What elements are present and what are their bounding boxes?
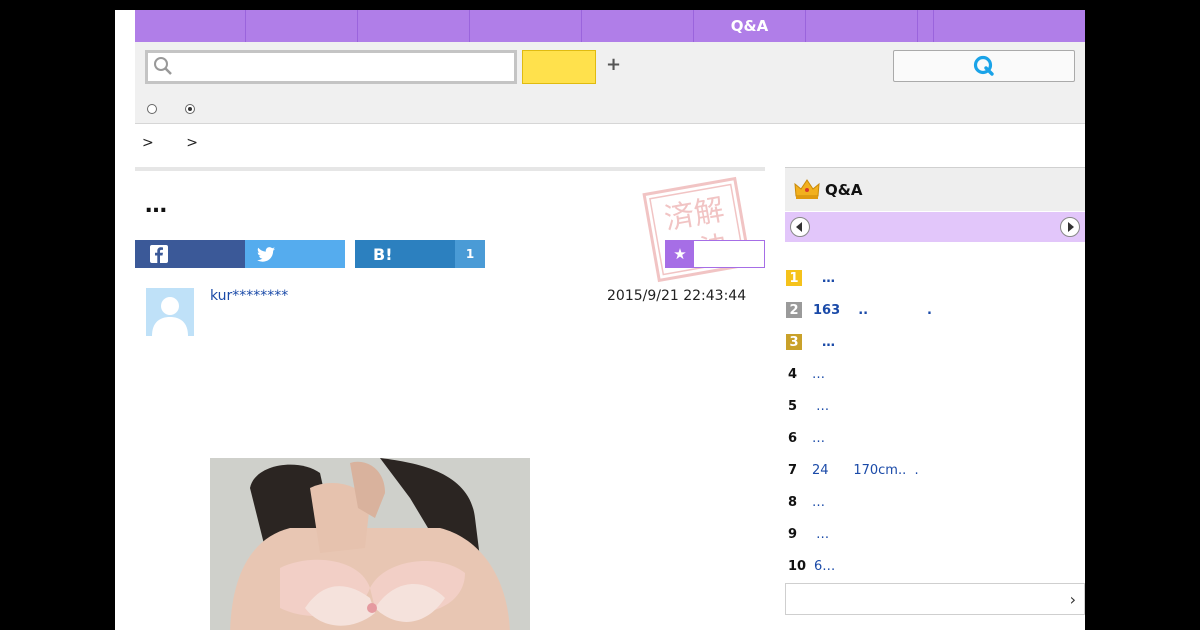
search-input[interactable] [176,55,506,79]
breadcrumb: > > [142,135,226,151]
rank-title[interactable]: 6… [814,559,835,574]
nav-tab-5[interactable] [582,10,694,42]
ranking-item[interactable]: 10 6… [785,556,1085,576]
question-date: 2015/9/21 22:43:44 [607,288,747,304]
nav-tab-3[interactable] [358,10,470,42]
search-submit-button[interactable] [522,50,596,84]
q-search-icon [973,55,994,76]
nav-tab-4[interactable] [470,10,582,42]
rank-title[interactable]: … [813,271,835,286]
breadcrumb-separator: > [186,135,198,151]
sidebar-title: Q&A [825,181,863,199]
ranking-item[interactable]: 6 … [785,428,1085,448]
photo-image [210,458,530,630]
rank-title[interactable]: … [813,335,835,350]
breadcrumb-separator: > [142,135,154,151]
top-nav: Q&A [135,10,1085,42]
rank-number: 1 [786,270,802,286]
star-icon: ★ [666,241,694,267]
ranking-item[interactable]: 9 … [785,524,1085,544]
ranking-item[interactable]: 3 … [785,332,1085,352]
rank-number: 4 [788,366,798,382]
nav-tab-7[interactable] [806,10,918,42]
rank-title[interactable]: 24 170cm.. . [812,463,919,478]
crown-icon [794,179,820,199]
arrow-left-icon[interactable] [790,217,810,237]
facebook-share-button[interactable] [135,240,263,268]
nav-tab-9[interactable] [934,10,1085,42]
sidebar-tab-bar [785,212,1085,242]
favorite-button[interactable]: ★ [665,240,765,268]
divider [135,167,765,171]
ranking-item[interactable]: 5 … [785,396,1085,416]
ranking-item[interactable]: 8 … [785,492,1085,512]
nav-tab-1[interactable] [135,10,246,42]
nav-tab-2[interactable] [246,10,358,42]
question-photo [210,458,530,630]
twitter-share-button[interactable] [245,240,345,268]
avatar[interactable] [146,288,194,336]
ranking-item[interactable]: 7 24 170cm.. . [785,460,1085,480]
ranking-item[interactable]: 4 … [785,364,1085,384]
sidebar-header: Q&A [785,167,1085,211]
twitter-icon [257,246,275,262]
search-box [145,50,517,84]
ranking-more-link[interactable]: › [785,583,1085,615]
facebook-icon [150,245,168,263]
question-title: … [145,193,167,218]
rank-number: 3 [786,334,802,350]
rank-title[interactable]: … [812,431,825,446]
plus-icon[interactable]: + [606,54,621,75]
sidebar: Q&A 1 … 2 163 .. . 3 … 4 … 5 … 6 … 7 24 … [785,167,1085,627]
rank-number: 7 [788,462,798,478]
rank-number: 2 [786,302,802,318]
rank-title[interactable]: … [812,399,829,414]
hatena-bookmark-button[interactable]: B! 1 [355,240,485,268]
search-scope-radio-1[interactable] [147,104,157,114]
user-silhouette-icon [152,297,188,336]
rank-number: 9 [788,526,798,542]
resolved-stamp: 済解 の決 [642,176,752,283]
rank-number: 6 [788,430,798,446]
ranking-item[interactable]: 2 163 .. . [785,300,1085,320]
rank-number: 8 [788,494,798,510]
search-scope-radio-2[interactable] [185,104,195,114]
rank-title[interactable]: … [812,495,825,510]
rank-number: 5 [788,398,798,414]
rank-number: 10 [788,558,807,574]
rank-title[interactable]: … [812,527,829,542]
ranking-item[interactable]: 1 … [785,268,1085,288]
page: Q&A + > > … 済解 の決 [115,10,1085,630]
search-band: + [135,42,1085,124]
chevron-right-icon: › [1069,590,1076,609]
nav-tab-8[interactable] [918,10,934,42]
hatena-count: 1 [455,240,485,268]
rank-title[interactable]: … [812,367,825,382]
qa-search-button[interactable] [893,50,1075,82]
arrow-right-icon[interactable] [1060,217,1080,237]
search-icon [154,57,172,75]
question-user-link[interactable]: kur******** [210,288,288,304]
rank-title[interactable]: 163 .. . [813,303,932,318]
nav-tab-qa[interactable]: Q&A [694,10,806,42]
hatena-label: B! [373,244,393,264]
